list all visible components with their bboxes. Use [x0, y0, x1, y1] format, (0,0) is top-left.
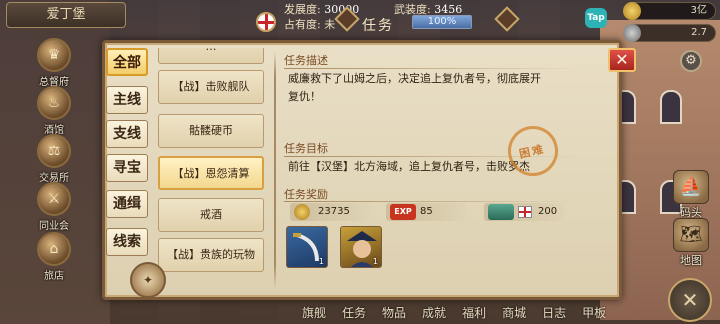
city-name: 爱丁堡: [6, 2, 126, 28]
exp-icon: EXP: [390, 204, 416, 220]
map-button[interactable]: 🗺 地图: [668, 218, 714, 268]
gold-coin-icon: [623, 2, 641, 20]
bottom-nav: 旗舰 任务 物品 成就 福利 商城 日志 甲板: [280, 300, 668, 324]
inn-icon: ⌂: [37, 232, 71, 266]
crown-icon: ♛: [37, 38, 71, 72]
tab-clues[interactable]: 线索: [106, 228, 148, 256]
quest-list-item[interactable]: 【战】贵族的玩物: [158, 238, 264, 272]
nav-shop[interactable]: 商城: [502, 304, 526, 321]
tab-main[interactable]: 主线: [106, 86, 148, 114]
reward-title: 任务奖励: [284, 188, 328, 201]
england-flag-icon: [518, 206, 532, 218]
nav-log[interactable]: 日志: [542, 304, 566, 321]
reputation-flag-icon: [488, 204, 514, 220]
reward-item-scimitar[interactable]: 1: [286, 226, 328, 268]
tab-treasure[interactable]: 寻宝: [106, 154, 148, 182]
nav-flagship[interactable]: 旗舰: [302, 304, 326, 321]
tap-button[interactable]: Tap: [585, 8, 607, 28]
city-menu-guild[interactable]: ⚔ 同业会: [30, 182, 78, 232]
quest-list-item[interactable]: …: [158, 48, 264, 64]
gold-resource: 3亿: [623, 2, 716, 20]
item-count: 1: [372, 257, 378, 266]
development-label: 发展度:: [284, 3, 321, 16]
crossed-swords-menu-button[interactable]: ✕: [668, 278, 712, 322]
goal-text: 前往【汉堡】北方海域，追上复仇者号，击败罗杰: [288, 160, 530, 173]
window-title: 任务: [362, 18, 394, 34]
city-menu-exchange[interactable]: ⚖ 交易所: [30, 134, 78, 184]
tab-all[interactable]: 全部: [106, 48, 148, 76]
reward-exp-value: 85: [420, 206, 433, 217]
city-menu-inn[interactable]: ⌂ 旅店: [30, 232, 78, 282]
gold-coin-icon: [294, 204, 310, 220]
tab-side[interactable]: 支线: [106, 120, 148, 148]
reward-item-captain[interactable]: 1: [340, 226, 382, 268]
boat-icon: ⛵: [673, 170, 709, 204]
city-menu-governor[interactable]: ♛ 总督府: [30, 38, 78, 88]
difficulty-stamp-text: 困难: [518, 142, 547, 161]
close-button[interactable]: ✕: [608, 48, 636, 72]
dock-button[interactable]: ⛵ 码头: [668, 170, 714, 220]
tavern-icon: ♨: [37, 86, 71, 120]
city-menu-label: 同业会: [39, 221, 69, 232]
panel-divider: [274, 52, 276, 288]
nav-achievements[interactable]: 成就: [422, 304, 446, 321]
quest-list[interactable]: … 【战】击败舰队 骷髅硬币 【战】恩怨清算 戒酒 【战】贵族的玩物: [152, 48, 270, 278]
reward-exp: EXP 85: [386, 203, 466, 221]
nav-deck[interactable]: 甲板: [582, 304, 606, 321]
tab-wanted[interactable]: 通缉: [106, 190, 148, 218]
quest-list-item[interactable]: 戒酒: [158, 198, 264, 232]
hourglass-icon: [623, 24, 641, 42]
map-label: 地图: [680, 254, 702, 267]
scales-icon: ⚖: [37, 134, 71, 168]
city-menu-tavern[interactable]: ♨ 酒馆: [30, 86, 78, 136]
compass-icon[interactable]: ✦: [130, 262, 166, 298]
city-menu-label: 旅店: [44, 271, 64, 282]
map-icon: 🗺: [673, 218, 709, 252]
section-divider: [284, 201, 584, 202]
occupy-progress-value: 100%: [427, 16, 457, 27]
description-title: 任务描述: [284, 54, 328, 67]
nav-items[interactable]: 物品: [382, 304, 406, 321]
quest-list-item[interactable]: 骷髅硬币: [158, 114, 264, 148]
nav-quests[interactable]: 任务: [342, 304, 366, 321]
occupy-progress-bar: 100%: [412, 15, 472, 29]
guild-icon: ⚔: [37, 182, 71, 216]
quest-list-item[interactable]: 【战】击败舰队: [158, 70, 264, 104]
reward-gold-value: 23735: [318, 206, 350, 217]
reward-reputation-value: 200: [538, 206, 558, 217]
settings-gear-icon[interactable]: ⚙: [680, 50, 702, 72]
description-text-line-1: 威廉救下了山姆之后，决定追上复仇者号，彻底展开: [288, 72, 541, 85]
reward-reputation: 200: [484, 203, 564, 221]
gold-value: 3亿: [690, 5, 707, 16]
gem-value: 2.7: [691, 27, 707, 38]
england-flag-icon: [256, 12, 276, 32]
section-divider: [284, 68, 584, 69]
occupy-label: 占有度: 未: [284, 18, 336, 31]
gem-resource: 2.7: [623, 24, 716, 42]
description-text-line-2: 复仇！: [288, 90, 321, 103]
nav-welfare[interactable]: 福利: [462, 304, 486, 321]
reward-gold: 23735: [290, 203, 370, 221]
item-count: 1: [318, 257, 324, 266]
quest-list-item-selected[interactable]: 【战】恩怨清算: [158, 156, 264, 190]
goal-title: 任务目标: [284, 142, 328, 155]
